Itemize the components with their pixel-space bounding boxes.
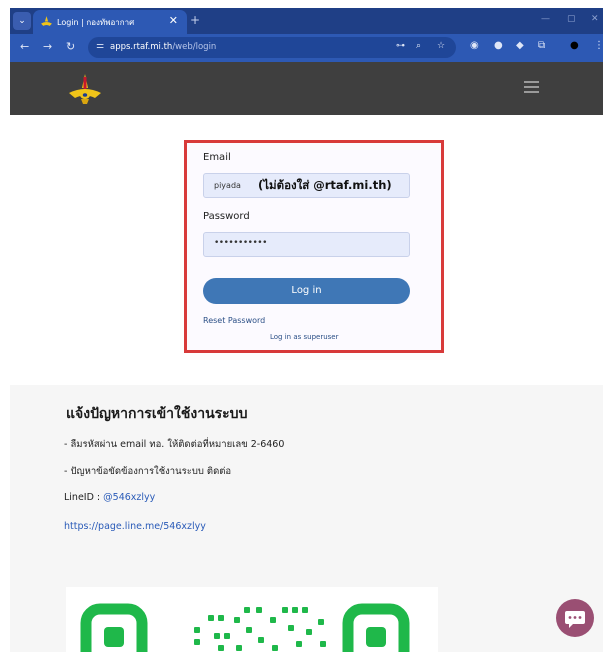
bookmark-star-icon[interactable]: ☆: [437, 41, 445, 51]
close-window-icon[interactable]: ✕: [591, 14, 599, 24]
tab-search-button[interactable]: ⌄: [13, 12, 31, 30]
email-field[interactable]: piyada (ไม่ต้องใส่ @rtaf.mi.th): [203, 173, 410, 198]
line-page-link[interactable]: https://page.line.me/546xzlyy: [64, 521, 206, 532]
browser-menu-icon[interactable]: ⋮: [594, 40, 603, 51]
password-field[interactable]: •••••••••••: [203, 232, 410, 257]
extension-icon[interactable]: ◆: [516, 40, 524, 51]
login-button[interactable]: Log in: [203, 278, 410, 304]
extensions-puzzle-icon[interactable]: ⧉: [538, 40, 545, 51]
site-header: [10, 62, 603, 115]
profile-avatar-icon[interactable]: ●: [570, 40, 579, 51]
url-text: apps.rtaf.mi.th/web/login: [110, 42, 217, 52]
support-title: แจ้งปัญหาการเข้าใช้งานระบบ: [66, 406, 248, 422]
line-qr-code: [66, 587, 438, 652]
menu-hamburger-icon[interactable]: [524, 81, 539, 93]
reset-password-link[interactable]: Reset Password: [203, 316, 265, 325]
address-bar[interactable]: ⚌ apps.rtaf.mi.th/web/login ⊶ ⌕ ☆: [88, 37, 456, 58]
new-tab-icon[interactable]: +: [190, 13, 200, 27]
login-form: Email piyada (ไม่ต้องใส่ @rtaf.mi.th) Pa…: [184, 140, 444, 353]
close-tab-icon[interactable]: ✕: [169, 14, 178, 27]
forward-icon[interactable]: →: [43, 40, 52, 53]
rtaf-favicon-icon: [41, 16, 52, 26]
extension-badge-icon[interactable]: ●: [494, 40, 503, 51]
site-info-icon[interactable]: ⚌: [96, 41, 104, 51]
zoom-icon[interactable]: ⌕: [416, 41, 421, 51]
tab-title: Login | กองทัพอากาศ: [57, 18, 135, 27]
password-key-icon[interactable]: ⊶: [396, 41, 405, 51]
superuser-login-link[interactable]: Log in as superuser: [270, 333, 338, 341]
rtaf-logo-icon[interactable]: [67, 71, 103, 107]
back-icon[interactable]: ←: [20, 40, 29, 53]
password-label: Password: [203, 211, 250, 222]
email-domain-hint: (ไม่ต้องใส่ @rtaf.mi.th): [258, 178, 392, 192]
reload-icon[interactable]: ↻: [66, 40, 75, 53]
browser-tab[interactable]: Login | กองทัพอากาศ ✕: [33, 10, 187, 34]
maximize-icon[interactable]: ▢: [567, 14, 576, 24]
system-problem-note: - ปัญหาข้อขัดข้องการใช้งานระบบ ติดต่อ: [64, 466, 232, 477]
chat-widget-button[interactable]: [556, 599, 594, 637]
line-id: LineID : @546xzlyy: [64, 492, 156, 503]
camera-extension-icon[interactable]: ◉: [470, 40, 479, 51]
email-value: piyada: [214, 181, 241, 190]
password-value: •••••••••••: [214, 238, 267, 248]
forgot-password-note: - ลืมรหัสผ่าน email ทอ. ให้ติดต่อที่หมาย…: [64, 439, 285, 450]
chat-icon: [565, 611, 585, 628]
email-label: Email: [203, 152, 231, 163]
minimize-icon[interactable]: —: [541, 14, 550, 24]
